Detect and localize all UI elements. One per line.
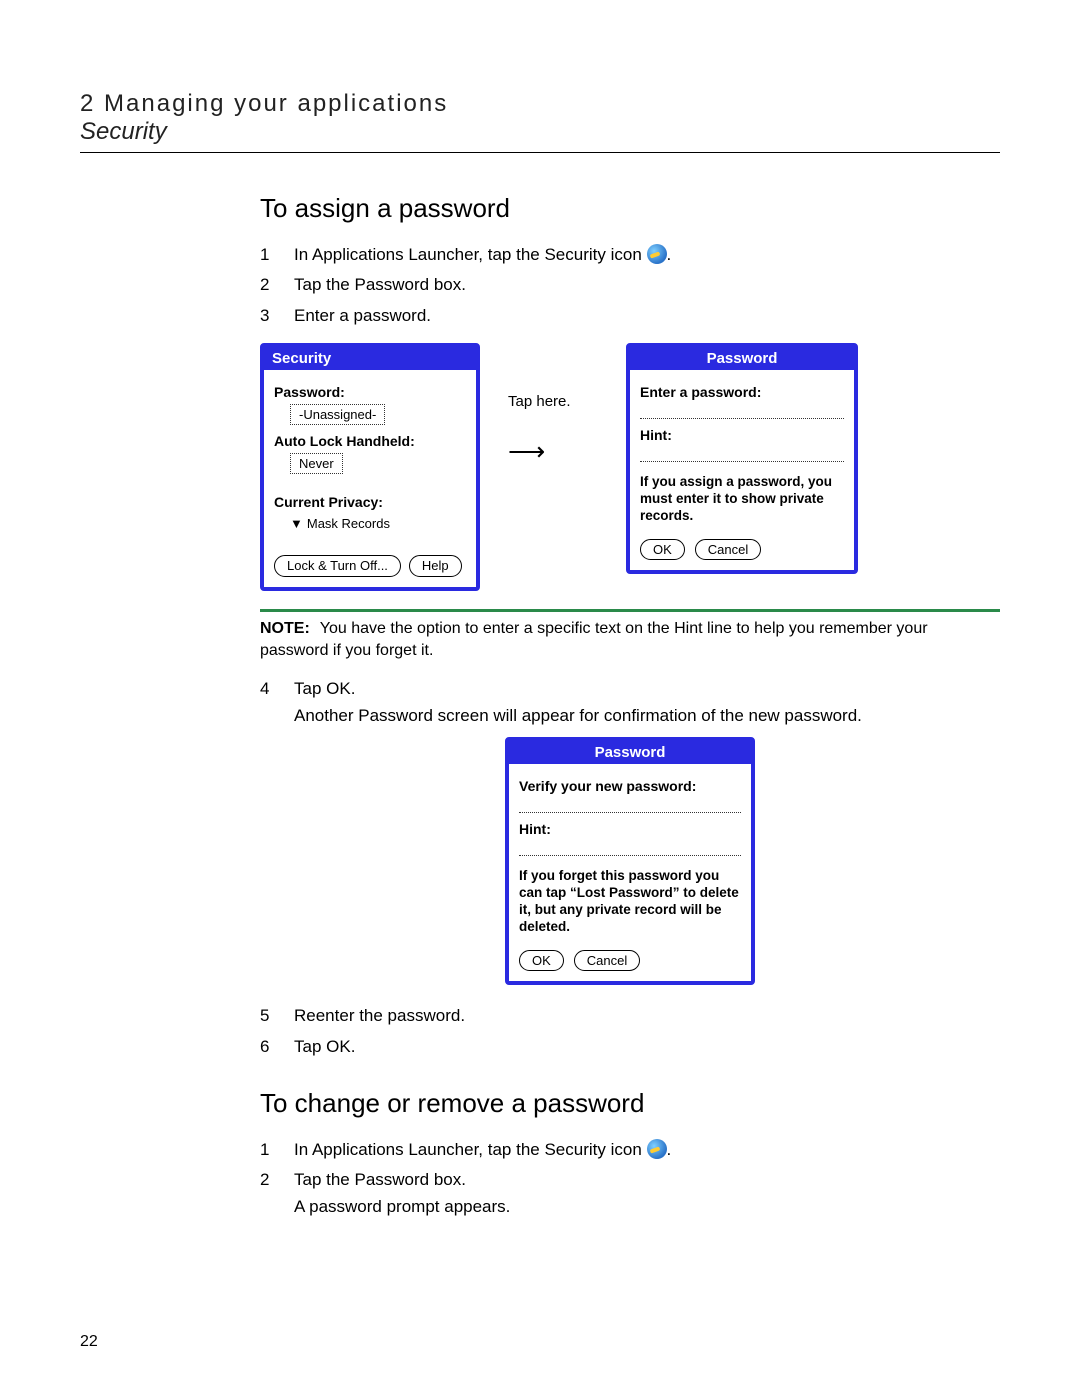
- dialog-title: Security: [264, 347, 476, 370]
- privacy-dropdown[interactable]: ▼ Mask Records: [290, 516, 466, 531]
- step-subtext: Another Password screen will appear for …: [294, 706, 862, 725]
- dialog-title: Password: [509, 741, 751, 764]
- step-number: 5: [260, 1003, 294, 1029]
- privacy-label: Current Privacy:: [274, 494, 466, 510]
- security-icon: [647, 244, 667, 264]
- step-number: 1: [260, 242, 294, 268]
- step-number: 6: [260, 1034, 294, 1060]
- page-number: 22: [80, 1333, 98, 1351]
- hint-label: Hint:: [519, 821, 741, 837]
- password-warning: If you assign a password, you must enter…: [640, 474, 844, 525]
- dialog-title: Password: [630, 347, 854, 370]
- steps-assign: 1 In Applications Launcher, tap the Secu…: [260, 242, 1000, 329]
- step-text: Tap the Password box.: [294, 1170, 466, 1189]
- enter-password-label: Enter a password:: [640, 384, 844, 400]
- chapter-number: 2: [80, 90, 95, 117]
- step-number: 1: [260, 1137, 294, 1163]
- verify-password-input[interactable]: [519, 798, 741, 813]
- step-number: 4: [260, 676, 294, 729]
- hint-input[interactable]: [640, 447, 844, 462]
- step-number: 2: [260, 1167, 294, 1220]
- note-text: You have the option to enter a specific …: [260, 620, 928, 659]
- heading-change-remove-password: To change or remove a password: [260, 1088, 1000, 1119]
- dialog-password-verify: Password Verify your new password: Hint:…: [505, 737, 755, 985]
- steps-assign-end: 5 Reenter the password. 6 Tap OK.: [260, 1003, 1000, 1060]
- callout: Tap here. ⟶: [508, 343, 598, 467]
- ok-button[interactable]: OK: [519, 950, 564, 972]
- cancel-button[interactable]: Cancel: [695, 539, 761, 561]
- steps-assign-cont: 4 Tap OK. Another Password screen will a…: [260, 676, 1000, 729]
- step-text: Tap OK.: [294, 679, 355, 698]
- step-tail: .: [667, 245, 672, 264]
- steps-change: 1 In Applications Launcher, tap the Secu…: [260, 1137, 1000, 1220]
- step-number: 2: [260, 272, 294, 298]
- header-rule: [80, 152, 1000, 153]
- step-text: Reenter the password.: [294, 1003, 1000, 1029]
- password-label: Password:: [274, 384, 466, 400]
- running-header: 2 Managing your applications Security: [80, 90, 1000, 146]
- verify-warning: If you forget this password you can tap …: [519, 868, 741, 936]
- verify-password-label: Verify your new password:: [519, 778, 741, 794]
- chevron-down-icon: ▼: [290, 516, 303, 531]
- step-text: Tap the Password box.: [294, 272, 1000, 298]
- heading-assign-password: To assign a password: [260, 193, 1000, 224]
- step-text: In Applications Launcher, tap the Securi…: [294, 1140, 642, 1159]
- callout-text: Tap here.: [508, 393, 598, 410]
- section-title: Security: [80, 118, 1000, 146]
- step-text: In Applications Launcher, tap the Securi…: [294, 245, 642, 264]
- password-field[interactable]: -Unassigned-: [290, 404, 385, 425]
- arrow-right-icon: ⟶: [508, 436, 598, 467]
- note-label: NOTE:: [260, 620, 310, 637]
- step-number: 3: [260, 303, 294, 329]
- step-text: Enter a password.: [294, 303, 1000, 329]
- lock-turnoff-button[interactable]: Lock & Turn Off...: [274, 555, 401, 577]
- hint-label: Hint:: [640, 427, 844, 443]
- chapter-title: Managing your applications: [104, 90, 448, 117]
- autolock-label: Auto Lock Handheld:: [274, 433, 466, 449]
- help-button[interactable]: Help: [409, 555, 462, 577]
- cancel-button[interactable]: Cancel: [574, 950, 640, 972]
- figure-security-and-password: Security Password: -Unassigned- Auto Loc…: [260, 343, 1000, 591]
- security-icon: [647, 1139, 667, 1159]
- dialog-password-enter: Password Enter a password: Hint: If you …: [626, 343, 858, 574]
- figure-verify-password: Password Verify your new password: Hint:…: [260, 737, 1000, 985]
- privacy-value: Mask Records: [307, 516, 390, 531]
- dialog-security: Security Password: -Unassigned- Auto Loc…: [260, 343, 480, 591]
- hint-input[interactable]: [519, 841, 741, 856]
- step-text: Tap OK.: [294, 1034, 1000, 1060]
- step-tail: .: [667, 1140, 672, 1159]
- password-input[interactable]: [640, 404, 844, 419]
- step-subtext: A password prompt appears.: [294, 1197, 510, 1216]
- note-block: NOTE:You have the option to enter a spec…: [260, 609, 1000, 663]
- ok-button[interactable]: OK: [640, 539, 685, 561]
- autolock-field[interactable]: Never: [290, 453, 343, 474]
